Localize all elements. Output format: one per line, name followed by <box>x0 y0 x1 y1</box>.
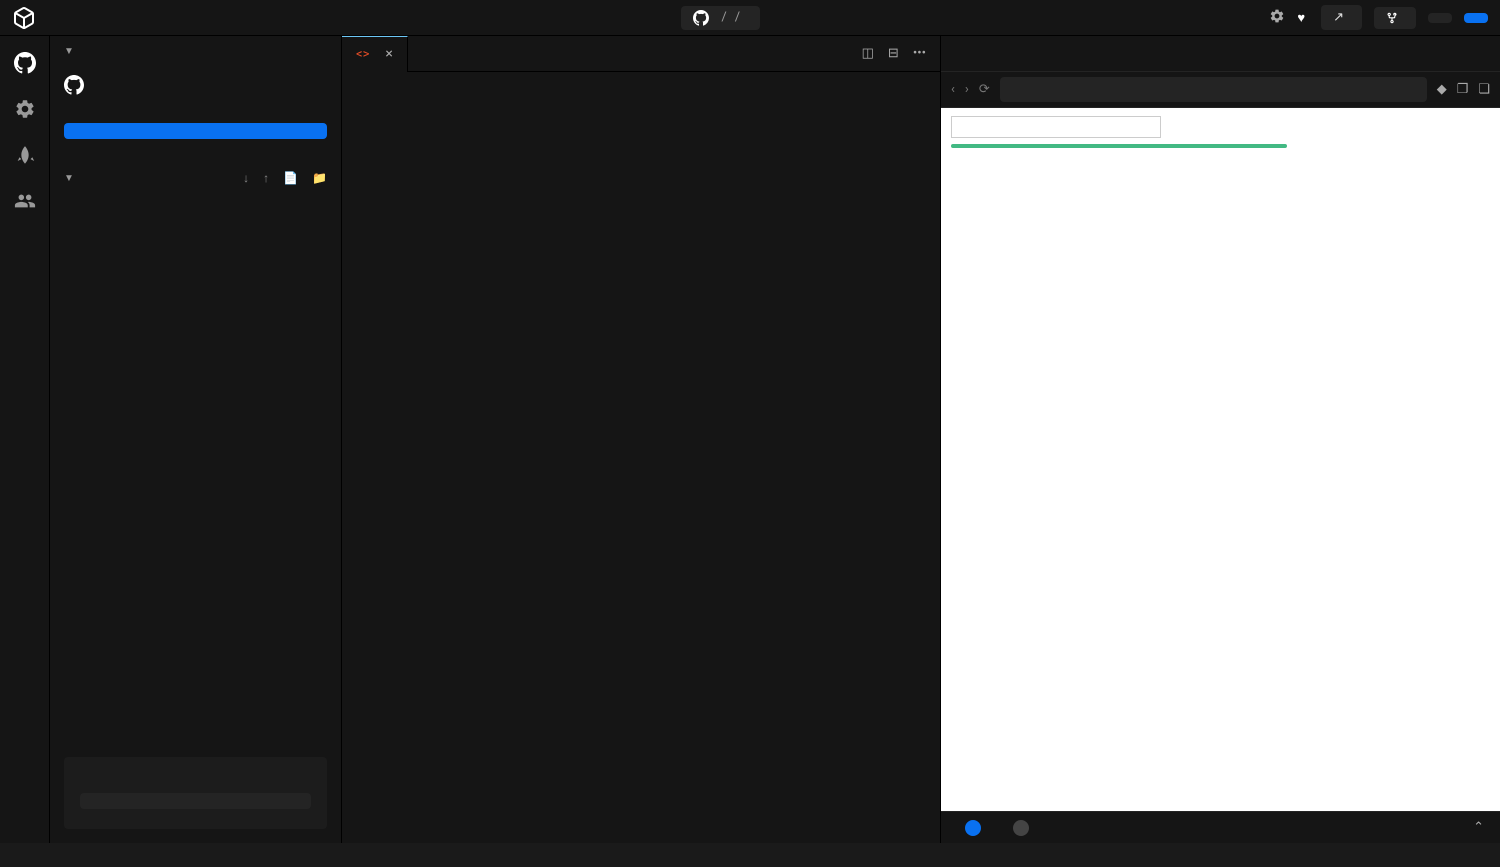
signin-button[interactable] <box>1464 13 1488 23</box>
repo-link[interactable] <box>50 67 341 103</box>
breadcrumb[interactable]: / / <box>681 6 760 30</box>
forward-icon[interactable]: › <box>965 82 969 97</box>
activity-bar <box>0 36 50 843</box>
settings-icon[interactable] <box>1269 8 1285 28</box>
preview-content <box>941 108 1500 811</box>
sync-text <box>50 103 341 123</box>
sidebar-fork-button[interactable] <box>64 123 327 139</box>
embed-button[interactable]: ↗ <box>1321 5 1362 30</box>
code-icon: <> <box>356 47 369 62</box>
console-badge <box>965 820 981 836</box>
editor-body[interactable] <box>342 72 940 843</box>
tab-browser[interactable] <box>941 36 977 72</box>
codesandbox-logo[interactable] <box>12 6 36 30</box>
github-icon <box>64 75 84 95</box>
upload-icon[interactable]: ↑ <box>263 171 269 185</box>
copy-icon[interactable]: ❏ <box>1478 82 1490 97</box>
live-icon[interactable] <box>14 190 36 212</box>
split-horizontal-icon[interactable]: ◫ <box>862 46 874 61</box>
new-window-icon[interactable]: ❐ <box>1457 82 1469 97</box>
chevron-down-icon: ▼ <box>64 46 74 57</box>
new-folder-icon[interactable]: 📁 <box>312 171 327 185</box>
share-icon: ↗ <box>1333 10 1344 25</box>
signin-card <box>64 757 327 829</box>
reload-icon[interactable]: ⟳ <box>979 82 990 97</box>
tab-tests[interactable] <box>977 36 1013 72</box>
editor-pane: <> × ◫ ⊟ ••• <box>342 36 940 843</box>
sidebar-header[interactable]: ▼ <box>50 36 341 67</box>
settings-icon[interactable] <box>14 98 36 120</box>
console-tab[interactable] <box>957 820 981 836</box>
back-icon[interactable]: ‹ <box>951 82 955 97</box>
github-icon <box>693 10 709 26</box>
fork-icon <box>1386 12 1398 24</box>
likes[interactable]: ♥ <box>1297 10 1309 26</box>
close-icon[interactable]: × <box>385 46 392 62</box>
statusbar <box>0 843 1500 867</box>
search-input[interactable] <box>951 116 1161 138</box>
menubar-right: ♥ ↗ <box>1269 5 1488 30</box>
signin-card-button[interactable] <box>80 793 311 809</box>
new-file-icon[interactable]: 📄 <box>283 171 298 185</box>
preview-tabs <box>941 36 1500 72</box>
download-icon[interactable]: ↓ <box>243 171 249 185</box>
split-vertical-icon[interactable]: ⊟ <box>888 46 899 61</box>
files-header[interactable]: ▼ ↓ ↑ 📄 📁 <box>50 161 341 195</box>
url-input[interactable] <box>1000 77 1427 102</box>
problems-tab[interactable] <box>1005 820 1029 836</box>
preview-pane: ‹ › ⟳ ◆ ❐ ❏ ⌃ <box>940 36 1500 843</box>
menubar: / / ♥ ↗ <box>0 0 1500 36</box>
chevron-down-icon: ▼ <box>64 173 74 184</box>
fork-button[interactable] <box>1374 7 1416 29</box>
problems-badge <box>1013 820 1029 836</box>
tools-icon[interactable]: ◆ <box>1437 82 1447 97</box>
console-bar: ⌃ <box>941 811 1500 843</box>
sidebar: ▼ ▼ ↓ ↑ 📄 📁 <box>50 36 342 843</box>
chevron-up-icon[interactable]: ⌃ <box>1473 820 1484 835</box>
github-icon[interactable] <box>14 52 36 74</box>
more-icon[interactable]: ••• <box>913 46 926 61</box>
create-sandbox-button[interactable] <box>1428 13 1452 23</box>
tab-index-html[interactable]: <> × <box>342 36 408 72</box>
url-bar: ‹ › ⟳ ◆ ❐ ❏ <box>941 72 1500 108</box>
grid-table <box>951 144 1287 148</box>
deploy-icon[interactable] <box>14 144 36 166</box>
heart-icon: ♥ <box>1297 10 1305 26</box>
tabs-row: <> × ◫ ⊟ ••• <box>342 36 940 72</box>
